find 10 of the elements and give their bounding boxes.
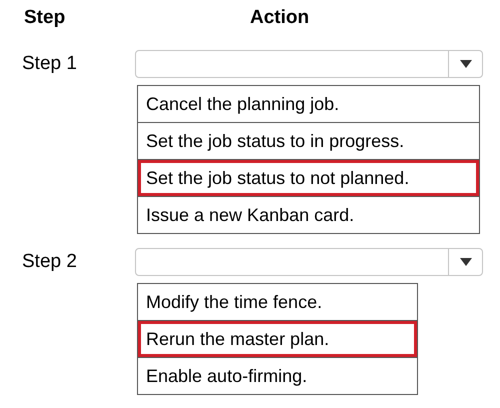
column-header: Action (250, 6, 310, 30)
option-item[interactable]: Rerun the master plan. (138, 320, 417, 357)
step-label: Step 1 (22, 52, 78, 76)
column-header: Step (24, 6, 66, 30)
step-label: Step 2 (22, 250, 78, 274)
caret-icon (460, 258, 472, 266)
option-item[interactable]: Set the job status to not planned. (138, 159, 479, 196)
dropdown[interactable] (135, 248, 483, 276)
dropdown[interactable] (135, 50, 483, 78)
caret-icon (460, 60, 472, 68)
